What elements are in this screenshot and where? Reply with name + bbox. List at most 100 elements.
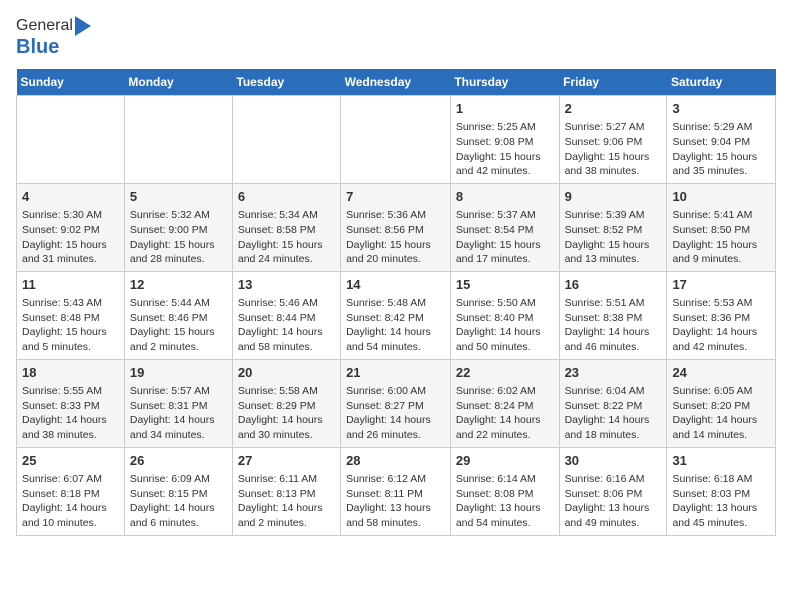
calendar-cell: 14Sunrise: 5:48 AM Sunset: 8:42 PM Dayli… — [341, 271, 451, 359]
day-number: 25 — [22, 452, 119, 470]
weekday-header-friday: Friday — [559, 69, 667, 96]
calendar-header: SundayMondayTuesdayWednesdayThursdayFrid… — [17, 69, 776, 96]
day-number: 29 — [456, 452, 554, 470]
day-number: 10 — [672, 188, 770, 206]
calendar-cell: 30 Sunrise: 6:16 AM Sunset: 8:06 PM Dayli… — [559, 447, 667, 535]
calendar-body: 1 Sunrise: 5:25 AM Sunset: 9:08 PM Daylig… — [17, 96, 776, 536]
day-number: 18 — [22, 364, 119, 382]
day-info: Sunrise: 5:44 AM Sunset: 8:46 PM Dayligh… — [130, 296, 227, 355]
day-number: 8 — [456, 188, 554, 206]
calendar-cell: 18 Sunrise: 5:55 AM Sunset: 8:33 PM Dayli… — [17, 359, 125, 447]
calendar-cell: 9 Sunrise: 5:39 AM Sunset: 8:52 PM Daylig… — [559, 183, 667, 271]
calendar-cell: 20Sunrise: 5:58 AM Sunset: 8:29 PM Dayli… — [232, 359, 340, 447]
day-number: 22 — [456, 364, 554, 382]
day-number: 24 — [672, 364, 770, 382]
day-number: 19 — [130, 364, 227, 382]
day-info: Sunrise: 5:30 AM Sunset: 9:02 PM Dayligh… — [22, 208, 119, 267]
day-info: Sunrise: 6:07 AM Sunset: 8:18 PM Dayligh… — [22, 472, 119, 531]
day-info: Sunrise: 5:46 AM Sunset: 8:44 PM Dayligh… — [238, 296, 335, 355]
day-number: 17 — [672, 276, 770, 294]
day-number: 2 — [565, 100, 662, 118]
calendar-table: SundayMondayTuesdayWednesdayThursdayFrid… — [16, 69, 776, 536]
day-info: Sunrise: 5:53 AM Sunset: 8:36 PM Dayligh… — [672, 296, 770, 355]
day-number: 7 — [346, 188, 445, 206]
calendar-cell: 29 Sunrise: 6:14 AM Sunset: 8:08 PM Dayli… — [450, 447, 559, 535]
calendar-cell: 24 Sunrise: 6:05 AM Sunset: 8:20 PM Dayli… — [667, 359, 776, 447]
logo-general-text: General — [16, 17, 73, 35]
calendar-cell: 17 Sunrise: 5:53 AM Sunset: 8:36 PM Dayli… — [667, 271, 776, 359]
calendar-week-2: 4 Sunrise: 5:30 AM Sunset: 9:02 PM Daylig… — [17, 183, 776, 271]
calendar-cell: 31 Sunrise: 6:18 AM Sunset: 8:03 PM Dayli… — [667, 447, 776, 535]
day-info: Sunrise: 5:55 AM Sunset: 8:33 PM Dayligh… — [22, 384, 119, 443]
day-info: Sunrise: 5:34 AM Sunset: 8:58 PM Dayligh… — [238, 208, 335, 267]
day-info: Sunrise: 5:50 AM Sunset: 8:40 PM Dayligh… — [456, 296, 554, 355]
day-number: 9 — [565, 188, 662, 206]
calendar-cell: 5 Sunrise: 5:32 AM Sunset: 9:00 PM Daylig… — [124, 183, 232, 271]
logo: General Blue — [16, 16, 91, 59]
calendar-week-1: 1 Sunrise: 5:25 AM Sunset: 9:08 PM Daylig… — [17, 96, 776, 184]
day-number: 6 — [238, 188, 335, 206]
day-number: 21 — [346, 364, 445, 382]
calendar-cell: 21 Sunrise: 6:00 AM Sunset: 8:27 PM Dayli… — [341, 359, 451, 447]
day-number: 11 — [22, 276, 119, 294]
day-number: 26 — [130, 452, 227, 470]
day-info: Sunrise: 5:37 AM Sunset: 8:54 PM Dayligh… — [456, 208, 554, 267]
weekday-row: SundayMondayTuesdayWednesdayThursdayFrid… — [17, 69, 776, 96]
calendar-cell: 4 Sunrise: 5:30 AM Sunset: 9:02 PM Daylig… — [17, 183, 125, 271]
day-number: 4 — [22, 188, 119, 206]
calendar-cell: 15 Sunrise: 5:50 AM Sunset: 8:40 PM Dayli… — [450, 271, 559, 359]
calendar-cell: 1 Sunrise: 5:25 AM Sunset: 9:08 PM Daylig… — [450, 96, 559, 184]
day-number: 1 — [456, 100, 554, 118]
calendar-week-3: 11 Sunrise: 5:43 AM Sunset: 8:48 PM Dayli… — [17, 271, 776, 359]
day-number: 3 — [672, 100, 770, 118]
day-number: 30 — [565, 452, 662, 470]
day-number: 12 — [130, 276, 227, 294]
calendar-cell: 28Sunrise: 6:12 AM Sunset: 8:11 PM Dayli… — [341, 447, 451, 535]
calendar-cell: 23 Sunrise: 6:04 AM Sunset: 8:22 PM Dayli… — [559, 359, 667, 447]
day-number: 20 — [238, 364, 335, 382]
calendar-cell: 11 Sunrise: 5:43 AM Sunset: 8:48 PM Dayli… — [17, 271, 125, 359]
calendar-cell: 13Sunrise: 5:46 AM Sunset: 8:44 PM Dayli… — [232, 271, 340, 359]
day-info: Sunrise: 6:16 AM Sunset: 8:06 PM Dayligh… — [565, 472, 662, 531]
day-info: Sunrise: 5:32 AM Sunset: 9:00 PM Dayligh… — [130, 208, 227, 267]
day-number: 15 — [456, 276, 554, 294]
logo-arrow-icon — [75, 16, 91, 36]
day-number: 31 — [672, 452, 770, 470]
day-info: Sunrise: 6:04 AM Sunset: 8:22 PM Dayligh… — [565, 384, 662, 443]
page-header: General Blue — [16, 16, 776, 59]
calendar-cell — [124, 96, 232, 184]
calendar-cell: 16Sunrise: 5:51 AM Sunset: 8:38 PM Dayli… — [559, 271, 667, 359]
day-number: 23 — [565, 364, 662, 382]
day-number: 27 — [238, 452, 335, 470]
weekday-header-thursday: Thursday — [450, 69, 559, 96]
day-info: Sunrise: 5:29 AM Sunset: 9:04 PM Dayligh… — [672, 120, 770, 179]
calendar-cell: 7Sunrise: 5:36 AM Sunset: 8:56 PM Daylig… — [341, 183, 451, 271]
day-info: Sunrise: 5:57 AM Sunset: 8:31 PM Dayligh… — [130, 384, 227, 443]
calendar-cell: 22Sunrise: 6:02 AM Sunset: 8:24 PM Dayli… — [450, 359, 559, 447]
calendar-cell: 19 Sunrise: 5:57 AM Sunset: 8:31 PM Dayli… — [124, 359, 232, 447]
calendar-cell — [341, 96, 451, 184]
day-info: Sunrise: 6:12 AM Sunset: 8:11 PM Dayligh… — [346, 472, 445, 531]
calendar-cell: 3 Sunrise: 5:29 AM Sunset: 9:04 PM Daylig… — [667, 96, 776, 184]
logo-blue-text: Blue — [16, 36, 59, 59]
day-info: Sunrise: 5:43 AM Sunset: 8:48 PM Dayligh… — [22, 296, 119, 355]
day-info: Sunrise: 5:39 AM Sunset: 8:52 PM Dayligh… — [565, 208, 662, 267]
day-info: Sunrise: 6:00 AM Sunset: 8:27 PM Dayligh… — [346, 384, 445, 443]
day-info: Sunrise: 6:14 AM Sunset: 8:08 PM Dayligh… — [456, 472, 554, 531]
weekday-header-sunday: Sunday — [17, 69, 125, 96]
weekday-header-tuesday: Tuesday — [232, 69, 340, 96]
day-info: Sunrise: 5:25 AM Sunset: 9:08 PM Dayligh… — [456, 120, 554, 179]
day-info: Sunrise: 6:05 AM Sunset: 8:20 PM Dayligh… — [672, 384, 770, 443]
calendar-cell: 8 Sunrise: 5:37 AM Sunset: 8:54 PM Daylig… — [450, 183, 559, 271]
day-info: Sunrise: 6:11 AM Sunset: 8:13 PM Dayligh… — [238, 472, 335, 531]
weekday-header-wednesday: Wednesday — [341, 69, 451, 96]
calendar-cell: 2Sunrise: 5:27 AM Sunset: 9:06 PM Daylig… — [559, 96, 667, 184]
day-number: 14 — [346, 276, 445, 294]
day-number: 5 — [130, 188, 227, 206]
day-number: 16 — [565, 276, 662, 294]
calendar-cell — [17, 96, 125, 184]
calendar-cell — [232, 96, 340, 184]
weekday-header-saturday: Saturday — [667, 69, 776, 96]
weekday-header-monday: Monday — [124, 69, 232, 96]
day-info: Sunrise: 6:18 AM Sunset: 8:03 PM Dayligh… — [672, 472, 770, 531]
